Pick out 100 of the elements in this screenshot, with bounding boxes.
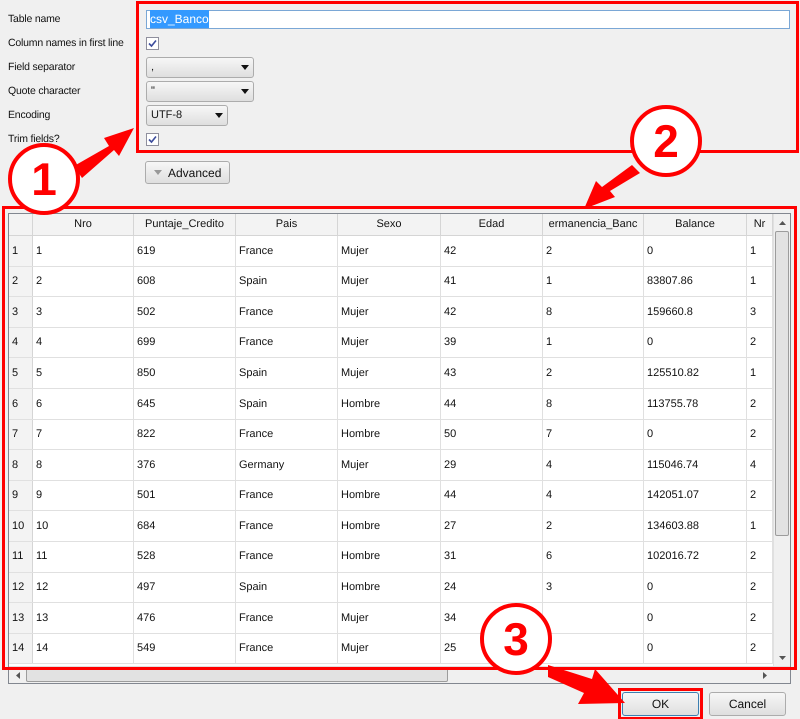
table-cell-text: 44	[444, 488, 456, 504]
table-cell-text: 10	[36, 518, 48, 534]
row-header[interactable]: 13	[9, 603, 33, 633]
table-cell-text: 27	[444, 518, 456, 534]
row-header[interactable]: 5	[9, 358, 33, 388]
table-cell-text: 83807.86	[647, 274, 693, 290]
table-cell-text: France	[239, 304, 274, 320]
table-cell-text: 502	[137, 304, 156, 320]
table-cell-text: 684	[137, 518, 156, 534]
table-cell-text: 13	[36, 610, 48, 626]
table-cell-text: 14	[36, 641, 48, 656]
table-cell-text: 2	[750, 549, 756, 564]
field-label: Encoding	[8, 109, 50, 121]
scroll-up-icon[interactable]	[778, 220, 786, 224]
table-cell-text: 42	[444, 304, 456, 320]
row-header[interactable]: 11	[9, 542, 33, 572]
advanced-button[interactable]: Advanced	[145, 161, 230, 184]
field-label: Column names in first line	[8, 37, 124, 49]
checkbox[interactable]	[146, 132, 159, 146]
table-cell-text: 31	[444, 549, 456, 564]
table-cell-text: 2	[750, 427, 756, 442]
column-header[interactable]: Pais	[276, 216, 298, 233]
table-cell-text: 1	[36, 244, 42, 259]
callout-number: 1	[8, 143, 80, 215]
table-cell-text: Mujer	[341, 366, 369, 381]
table-cell-text: France	[239, 244, 274, 259]
table-cell-text: Hombre	[341, 580, 380, 596]
caret-icon	[215, 112, 223, 118]
table-cell-text: 8	[36, 458, 42, 473]
table-cell-text: 2	[750, 641, 756, 656]
row-header[interactable]: 14	[9, 634, 33, 664]
row-header[interactable]: 2	[9, 266, 33, 296]
table-cell-text: Mujer	[341, 244, 369, 259]
table-cell-text: 0	[647, 427, 654, 442]
table-cell-text: 476	[137, 610, 156, 626]
table-cell-text: Hombre	[341, 549, 380, 564]
table-cell-text: 6	[546, 549, 552, 564]
table-cell-text: Mujer	[341, 458, 369, 473]
dropdown[interactable]: "	[146, 80, 254, 102]
table-cell-text: 4	[36, 335, 42, 350]
table-cell-text: 8	[546, 304, 552, 320]
table-cell-text: 0	[647, 335, 654, 350]
table-cell-text: 50	[444, 427, 456, 442]
row-header[interactable]: 6	[9, 388, 33, 419]
dropdown[interactable]: ,	[146, 56, 254, 78]
table-cell-text: 0	[647, 641, 654, 656]
table-cell-text: 3	[36, 304, 42, 320]
row-header[interactable]: 1	[9, 236, 33, 266]
cancel-button[interactable]: Cancel	[709, 692, 786, 716]
table-cell-text: 12	[36, 580, 48, 596]
table-cell-text: 11	[36, 549, 48, 564]
table-cell-text: Hombre	[341, 488, 380, 504]
table-cell-text: France	[239, 427, 274, 442]
column-header[interactable]: Sexo	[376, 216, 402, 233]
scroll-left-icon[interactable]	[16, 672, 20, 678]
table-cell-text: 4	[546, 458, 552, 473]
table-cell-text: 41	[444, 274, 456, 290]
table-cell-text: 2	[36, 274, 42, 290]
table-cell-text: 619	[137, 244, 156, 259]
callout-number: 2	[630, 105, 702, 177]
table-cell-text: Mujer	[341, 610, 369, 626]
row-header[interactable]: 4	[9, 328, 33, 358]
column-header[interactable]: ermanencia_Banc	[548, 216, 638, 233]
column-header[interactable]: Balance	[675, 216, 715, 233]
table-cell-text: France	[239, 641, 274, 656]
caret-icon	[241, 64, 249, 70]
column-header[interactable]: Puntaje_Credito	[145, 216, 224, 233]
scroll-down-icon[interactable]	[778, 656, 786, 660]
ok-button[interactable]: OK	[622, 692, 699, 716]
checkbox[interactable]	[146, 36, 159, 50]
column-header[interactable]: Edad	[478, 216, 504, 233]
dropdown[interactable]: UTF-8	[146, 104, 228, 126]
table-cell-text: 608	[137, 274, 156, 290]
vertical-scrollbar[interactable]	[773, 214, 790, 666]
table-cell-text: 134603.88	[647, 518, 699, 534]
table-cell-text: France	[239, 488, 274, 504]
table-cell-text: 25	[444, 641, 456, 656]
table-cell-text: 43	[444, 366, 456, 381]
column-header[interactable]: Nro	[74, 216, 92, 233]
table-cell-text: Spain	[239, 274, 268, 290]
row-header[interactable]: 8	[9, 450, 33, 480]
table-cell-text: 0	[647, 610, 654, 626]
table-cell-text: 5	[36, 366, 42, 381]
table-cell-text: Spain	[239, 396, 268, 412]
table-cell-text: 0	[647, 580, 654, 596]
row-header[interactable]: 12	[9, 572, 33, 602]
table-cell-text: 1	[750, 518, 756, 534]
table-cell-text: 2	[750, 396, 756, 412]
row-header[interactable]: 10	[9, 511, 33, 541]
table-cell-text: 2	[546, 366, 552, 381]
column-header[interactable]: Nr	[754, 216, 766, 233]
field-label: Quote character	[8, 85, 80, 97]
scroll-right-icon[interactable]	[762, 672, 766, 678]
table-cell-text: 2	[546, 518, 552, 534]
table-cell-text: 850	[137, 366, 156, 381]
table-cell-text: Mujer	[341, 274, 369, 290]
row-header[interactable]: 7	[9, 420, 33, 450]
table-cell-text: 7	[546, 427, 552, 442]
row-header[interactable]: 9	[9, 480, 33, 510]
row-header[interactable]: 3	[9, 297, 33, 327]
